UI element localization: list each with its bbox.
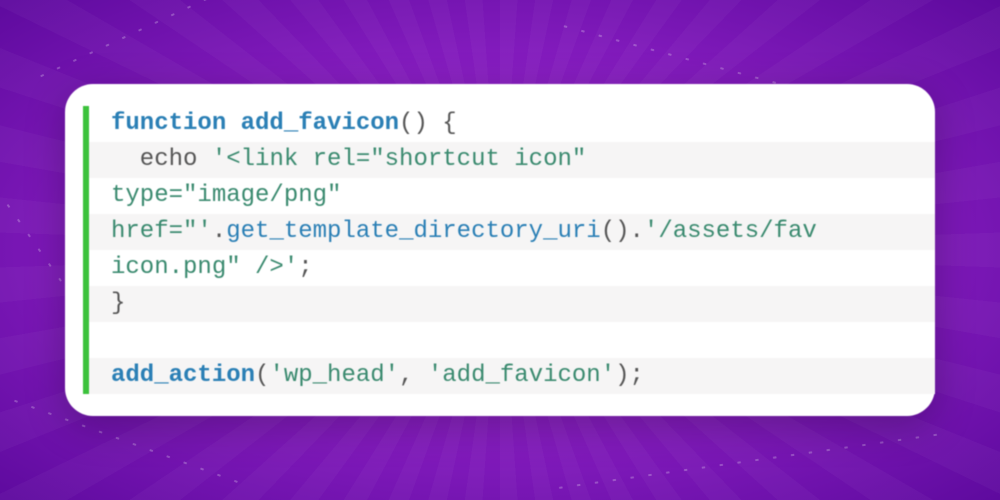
- code-text: ,: [399, 362, 428, 389]
- code-text: );: [615, 362, 644, 389]
- code-text: ;: [298, 254, 312, 281]
- code-line-7: [111, 322, 905, 358]
- code-line-8: add_action('wp_head', 'add_favicon');: [89, 358, 935, 394]
- code-text: ().: [601, 218, 644, 245]
- string-literal: '<link rel="shortcut icon": [212, 146, 601, 173]
- function-call: get_template_directory_uri: [226, 218, 600, 245]
- string-literal: type="image/png": [111, 182, 356, 209]
- code-line-3: type="image/png": [111, 178, 905, 214]
- code-line-1: function add_favicon() {: [111, 106, 905, 142]
- code-text: (: [255, 362, 269, 389]
- code-line-5: icon.png" />';: [111, 250, 905, 286]
- string-literal: href="': [111, 218, 212, 245]
- keyword-function: function: [111, 110, 226, 137]
- string-literal: icon.png" />': [111, 254, 298, 281]
- code-line-2: echo '<link rel="shortcut icon": [89, 142, 935, 178]
- code-snippet-card: function add_favicon() { echo '<link rel…: [65, 84, 935, 416]
- code-text: [111, 326, 125, 353]
- string-literal: 'add_favicon': [428, 362, 615, 389]
- code-text: () {: [399, 110, 457, 137]
- code-text: }: [111, 290, 125, 317]
- string-literal: 'wp_head': [269, 362, 399, 389]
- code-line-4: href="'.get_template_directory_uri().'/a…: [89, 214, 935, 250]
- string-literal: '/assets/fav: [644, 218, 817, 245]
- code-text: echo: [111, 146, 212, 173]
- code-block: function add_favicon() { echo '<link rel…: [83, 106, 905, 394]
- function-call: add_action: [111, 362, 255, 389]
- function-name: add_favicon: [226, 110, 399, 137]
- code-line-6: }: [89, 286, 935, 322]
- code-text: .: [212, 218, 226, 245]
